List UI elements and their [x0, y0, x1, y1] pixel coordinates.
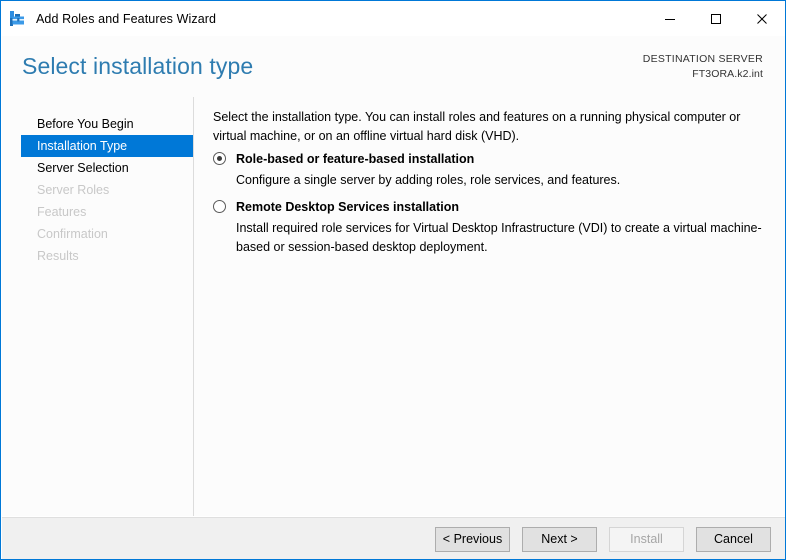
- radio-remote-desktop-services-installation[interactable]: [213, 200, 226, 213]
- option-description: Install required role services for Virtu…: [236, 221, 762, 254]
- intro-text: Select the installation type. You can in…: [213, 110, 741, 143]
- option-label: Remote Desktop Services installation: [236, 200, 459, 214]
- footer-button-group: < Previous Next > Install Cancel: [435, 527, 771, 552]
- radio-role-based-installation[interactable]: [213, 152, 226, 165]
- sidebar-item-server-roles: Server Roles: [37, 183, 110, 197]
- window-title: Add Roles and Features Wizard: [36, 11, 217, 26]
- roles-features-toolbox-icon: [9, 10, 27, 28]
- option-description: Configure a single server by adding role…: [236, 173, 621, 187]
- installation-type-option-role-based[interactable]: Role-based or feature-based installation…: [213, 150, 769, 190]
- wizard-header: Select installation type DESTINATION SER…: [2, 36, 785, 97]
- option-header[interactable]: Remote Desktop Services installation: [213, 198, 769, 216]
- title-bar: Add Roles and Features Wizard: [1, 1, 785, 36]
- window-controls: [647, 1, 785, 36]
- sidebar-item-before-you-begin[interactable]: Before You Begin: [21, 113, 193, 135]
- destination-server-label: DESTINATION SERVER: [642, 53, 763, 65]
- sidebar-item-results: Results: [37, 249, 79, 263]
- add-roles-features-wizard-window: Add Roles and Features Wizard Select ins…: [0, 0, 786, 560]
- destination-server-name: FT3ORA.k2.int: [692, 68, 763, 80]
- close-button[interactable]: [739, 1, 785, 36]
- main-content: Select the installation type. You can in…: [195, 97, 785, 516]
- maximize-button[interactable]: [693, 1, 739, 36]
- sidebar-item-features: Features: [37, 205, 87, 219]
- wizard-step-navigation: Before You Begin Installation Type Serve…: [2, 97, 194, 516]
- next-button[interactable]: Next >: [522, 527, 597, 552]
- close-icon: [756, 13, 768, 25]
- wizard-footer: < Previous Next > Install Cancel: [2, 517, 785, 559]
- cancel-button[interactable]: Cancel: [696, 527, 771, 552]
- page-title: Select installation type: [22, 53, 254, 79]
- minimize-button[interactable]: [647, 1, 693, 36]
- option-header[interactable]: Role-based or feature-based installation: [213, 150, 769, 168]
- install-button: Install: [609, 527, 684, 552]
- maximize-icon: [710, 13, 722, 25]
- previous-button[interactable]: < Previous: [435, 527, 510, 552]
- wizard-body: Before You Begin Installation Type Serve…: [2, 97, 785, 516]
- option-label: Role-based or feature-based installation: [236, 152, 475, 166]
- installation-type-option-remote-desktop[interactable]: Remote Desktop Services installation Ins…: [213, 198, 769, 257]
- sidebar-item-installation-type[interactable]: Installation Type: [21, 135, 193, 157]
- sidebar-item-confirmation: Confirmation: [37, 227, 108, 241]
- destination-server-block: DESTINATION SERVER FT3ORA.k2.int: [643, 53, 763, 81]
- minimize-icon: [664, 13, 676, 25]
- sidebar-item-server-selection[interactable]: Server Selection: [21, 157, 193, 179]
